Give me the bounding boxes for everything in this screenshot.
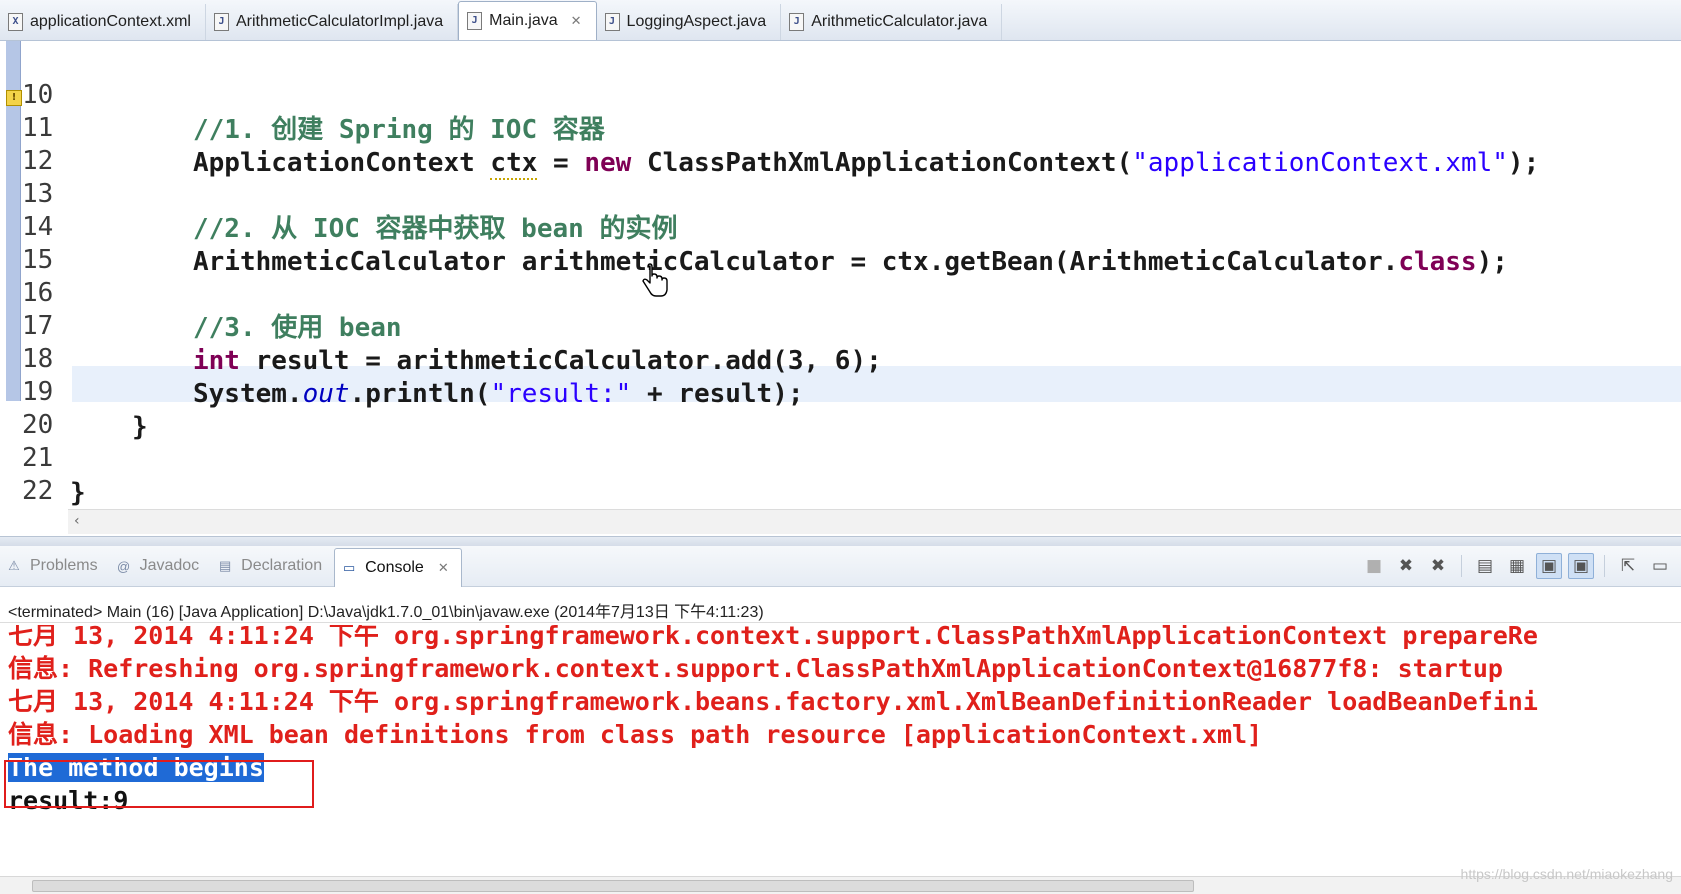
remove-all-terminated-icon[interactable]: ✖ bbox=[1425, 553, 1451, 579]
scrollbar-thumb[interactable] bbox=[32, 880, 1194, 892]
line-number: 22 bbox=[22, 476, 54, 506]
code-line[interactable]: 17 int result = arithmeticCalculator.add… bbox=[0, 274, 1681, 376]
console-output[interactable]: 七月 13, 2014 4:11:24 下午 org.springframewo… bbox=[0, 625, 1681, 871]
console-line: 信息: Refreshing org.springframework.conte… bbox=[8, 654, 1503, 683]
toolbar-separator bbox=[1604, 555, 1605, 577]
console-horizontal-scrollbar[interactable] bbox=[0, 876, 1681, 894]
code-line[interactable]: 22 bbox=[0, 439, 1681, 506]
xml-file-icon: X bbox=[8, 13, 23, 31]
tab-label: Declaration bbox=[241, 557, 323, 574]
divider bbox=[0, 622, 1681, 623]
console-line: 七月 13, 2014 4:11:24 下午 org.springframewo… bbox=[8, 687, 1538, 716]
javadoc-icon: @ bbox=[116, 558, 131, 574]
console-icon: ▭ bbox=[342, 559, 356, 575]
tab-label: Main.java bbox=[489, 12, 558, 29]
java-file-icon: J bbox=[467, 12, 483, 30]
remove-launch-icon[interactable]: ✖ bbox=[1393, 553, 1419, 579]
editor-horizontal-scrollbar[interactable]: ‹ bbox=[68, 509, 1681, 534]
close-icon[interactable]: ✕ bbox=[438, 560, 449, 576]
tab-label: applicationContext.xml bbox=[30, 13, 191, 30]
code-line[interactable]: 13 //2. 从 IOC 容器中获取 bean 的实例 bbox=[0, 142, 1681, 244]
tab-label: ArithmeticCalculator.java bbox=[811, 13, 988, 30]
code-token: } bbox=[70, 478, 86, 508]
code-line[interactable]: 11 ApplicationContext ctx = new ClassPat… bbox=[0, 76, 1681, 180]
tab-label: Console bbox=[365, 558, 424, 576]
declaration-icon: ▤ bbox=[219, 558, 232, 573]
console-line: 信息: Loading XML bean definitions from cl… bbox=[8, 720, 1263, 749]
code-line[interactable]: 20 bbox=[0, 373, 1681, 440]
tab-loggingaspect-java[interactable]: J LoggingAspect.java bbox=[597, 4, 782, 40]
tab-problems[interactable]: ⚠ Problems bbox=[0, 548, 110, 584]
editor-tab-bar: X applicationContext.xml J ArithmeticCal… bbox=[0, 0, 1681, 41]
clear-console-icon[interactable]: ▤ bbox=[1472, 553, 1498, 579]
problems-icon: ⚠ bbox=[8, 558, 20, 573]
code-line[interactable]: 14 ArithmeticCalculator arithmeticCalcul… bbox=[0, 175, 1681, 277]
tab-javadoc[interactable]: @ Javadoc bbox=[110, 548, 212, 584]
show-on-stderr-icon[interactable]: ▣ bbox=[1568, 553, 1594, 579]
hand-cursor-icon bbox=[642, 263, 668, 297]
tab-main-java[interactable]: J Main.java ✕ bbox=[458, 1, 597, 40]
code-line[interactable]: 15 bbox=[0, 208, 1681, 275]
display-console-icon[interactable]: ▭ bbox=[1647, 553, 1673, 579]
tab-label: ArithmeticCalculatorImpl.java bbox=[235, 13, 444, 30]
code-editor[interactable]: ! 10 //1. 创建 Spring 的 IOC 容器 11 Applicat… bbox=[0, 41, 1681, 536]
code-line[interactable]: 10 //1. 创建 Spring 的 IOC 容器 bbox=[0, 43, 1681, 145]
java-file-icon: J bbox=[789, 13, 805, 31]
console-line: 七月 13, 2014 4:11:24 下午 org.springframewo… bbox=[8, 625, 1538, 650]
close-icon[interactable]: ✕ bbox=[571, 13, 582, 29]
code-line[interactable]: 19 } bbox=[0, 340, 1681, 442]
java-file-icon: J bbox=[604, 13, 620, 31]
console-status: <terminated> Main (16) [Java Application… bbox=[8, 604, 764, 621]
code-line[interactable]: 12 bbox=[0, 109, 1681, 176]
tab-arithmeticcalculator-java[interactable]: J ArithmeticCalculator.java bbox=[781, 4, 1003, 40]
console-toolbar: ■ ✖ ✖ ▤ ▦ ▣ ▣ ⇱ ▭ bbox=[1361, 551, 1681, 581]
tab-console[interactable]: ▭ Console ✕ bbox=[334, 547, 462, 587]
tab-arithmeticcalculatorimpl-java[interactable]: J ArithmeticCalculatorImpl.java bbox=[206, 4, 459, 40]
code-line[interactable]: 18 System.out.println("result:" + result… bbox=[0, 307, 1681, 409]
toolbar-separator bbox=[1461, 555, 1462, 577]
tab-label: Javadoc bbox=[139, 557, 200, 574]
chevron-left-icon[interactable]: ‹ bbox=[74, 513, 80, 529]
tab-label: Problems bbox=[30, 557, 98, 574]
terminate-icon[interactable]: ■ bbox=[1361, 553, 1387, 579]
scroll-lock-icon[interactable]: ▦ bbox=[1504, 553, 1530, 579]
tab-applicationcontext-xml[interactable]: X applicationContext.xml bbox=[0, 4, 206, 40]
highlight-annotation-box bbox=[4, 760, 314, 808]
tab-label: LoggingAspect.java bbox=[626, 13, 767, 30]
watermark: https://blog.csdn.net/miaokezhang bbox=[1460, 866, 1673, 882]
code-line[interactable]: 16 //3. 使用 bean bbox=[0, 241, 1681, 343]
pin-console-icon[interactable]: ⇱ bbox=[1615, 553, 1641, 579]
show-on-stdout-icon[interactable]: ▣ bbox=[1536, 553, 1562, 579]
tab-declaration[interactable]: ▤ Declaration bbox=[211, 548, 334, 584]
java-file-icon: J bbox=[213, 13, 229, 31]
code-line[interactable]: 21 } bbox=[0, 406, 1681, 508]
